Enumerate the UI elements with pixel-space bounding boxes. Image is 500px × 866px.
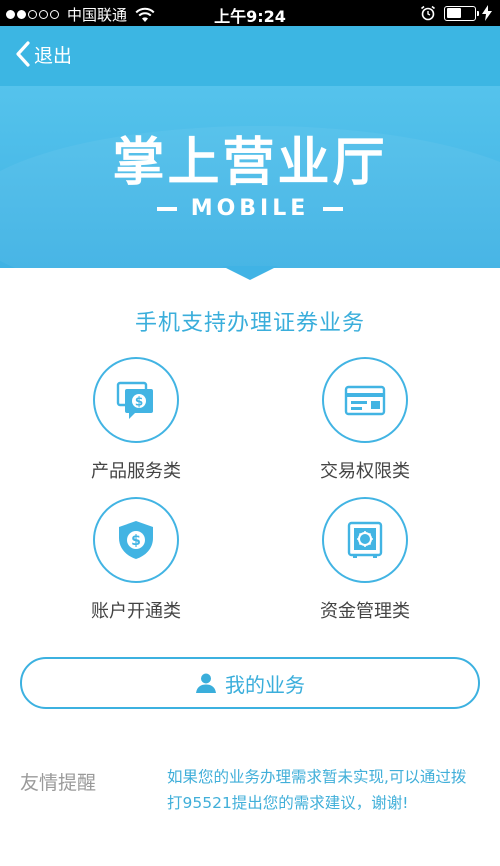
my-business-label: 我的业务 xyxy=(225,672,305,697)
category-trade-permission[interactable]: 交易权限类 xyxy=(285,357,445,483)
category-circle xyxy=(322,497,408,583)
battery-fill xyxy=(446,8,462,18)
category-fund-management[interactable]: 资金管理类 xyxy=(285,497,445,623)
category-label: 账户开通类 xyxy=(91,601,181,622)
banner-notch xyxy=(222,266,278,280)
category-product-service[interactable]: $ 产品服务类 xyxy=(56,357,216,483)
category-circle xyxy=(322,357,408,443)
nav-bar: 退出 xyxy=(0,26,500,86)
category-label: 交易权限类 xyxy=(320,461,410,482)
back-label: 退出 xyxy=(34,44,73,67)
alarm-icon xyxy=(421,5,435,21)
my-business-button[interactable]: 我的业务 xyxy=(20,657,480,709)
trade-permission-icon xyxy=(344,385,386,416)
category-circle: $ xyxy=(93,497,179,583)
svg-text:$: $ xyxy=(131,533,141,549)
banner-subtitle-text: MOBILE xyxy=(190,196,310,221)
reminder-title: 友情提醒 xyxy=(20,772,97,794)
banner-subtitle: MOBILE xyxy=(0,196,500,221)
charging-icon xyxy=(482,5,492,21)
banner-title: 掌上营业厅 xyxy=(112,133,388,193)
status-right xyxy=(420,5,492,21)
account-open-icon: $ xyxy=(119,521,153,559)
status-bar: 中国联通 上午9:24 xyxy=(0,0,500,26)
user-icon xyxy=(196,673,216,693)
category-label: 产品服务类 xyxy=(91,461,181,482)
category-circle: $ xyxy=(93,357,179,443)
category-account-open[interactable]: $ 账户开通类 xyxy=(56,497,216,623)
reminder-text: 如果您的业务办理需求暂未实现,可以通过拨打95521提出您的需求建议，谢谢! xyxy=(167,768,467,812)
svg-text:$: $ xyxy=(135,395,143,409)
product-service-icon: $ xyxy=(116,381,153,419)
banner: 掌上营业厅 MOBILE xyxy=(0,86,500,268)
back-button[interactable]: 退出 xyxy=(14,40,72,68)
battery-icon xyxy=(444,5,479,21)
main-heading: 手机支持办理证券业务 xyxy=(134,311,365,336)
category-label: 资金管理类 xyxy=(320,601,410,622)
fund-management-icon xyxy=(347,521,383,558)
chevron-left-icon xyxy=(16,41,30,67)
